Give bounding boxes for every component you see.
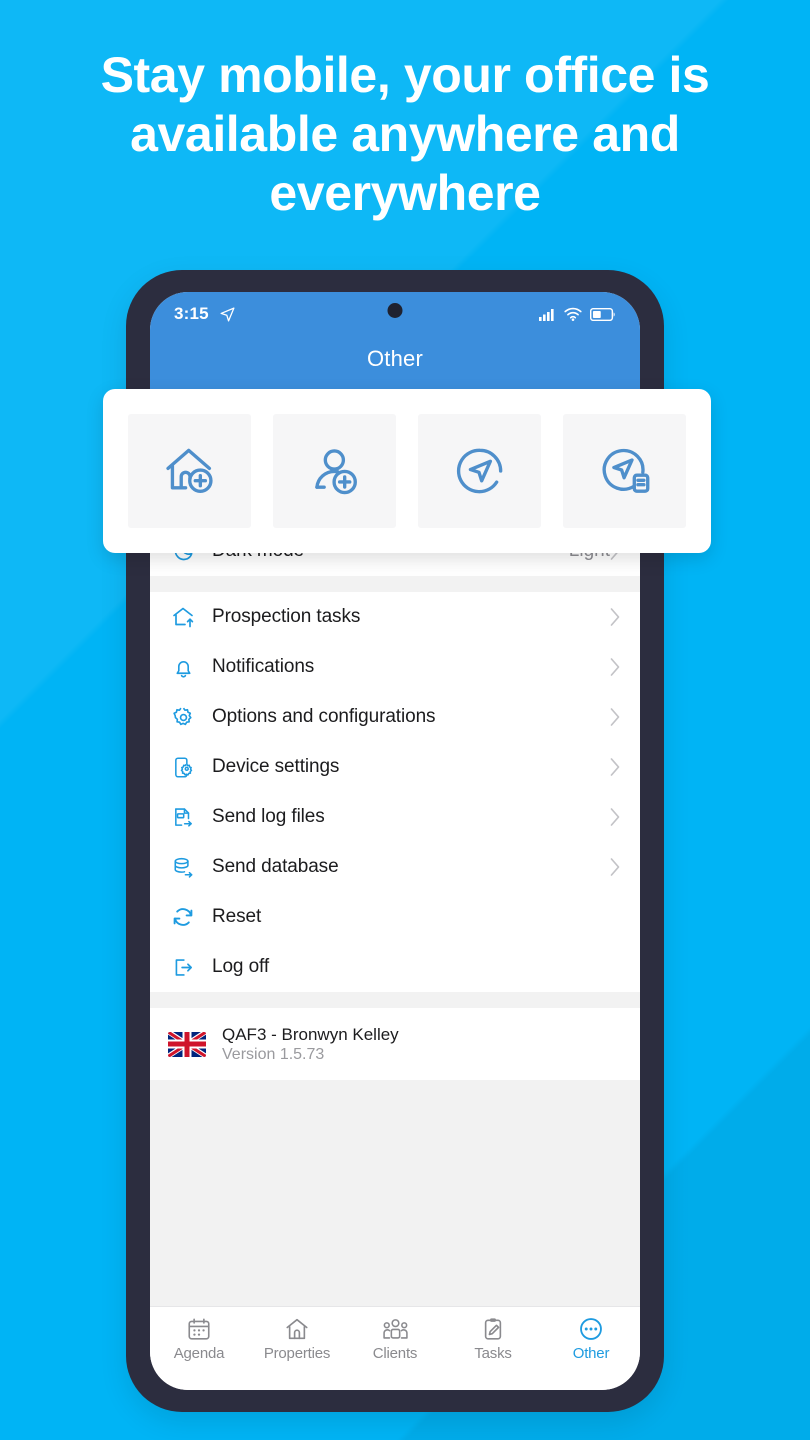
navigation-arrow-circle-icon [449,440,511,502]
tab-properties[interactable]: Properties [248,1316,346,1362]
tab-other[interactable]: Other [542,1316,640,1362]
menu-row-notifications[interactable]: Notifications [150,642,640,692]
page-title: Other [366,346,424,371]
chevron-right-icon [609,657,622,677]
menu-row-label: Log off [212,956,270,977]
status-time: 3:15 [174,304,209,323]
tab-label: Tasks [474,1345,512,1362]
refresh-icon [168,902,198,932]
calendar-icon [186,1316,212,1342]
bottom-tab-bar: Agenda Properties Clients Tasks Other [150,1306,640,1390]
quick-action-navigate-with-report[interactable] [563,414,686,528]
account-group: QAF3 - Bronwyn Kelley Version 1.5.73 [150,1008,640,1080]
chevron-right-icon [609,607,622,627]
group-divider [150,992,640,1008]
promo-screenshot: Stay mobile, your office is available an… [0,0,810,1440]
group-divider [150,576,640,592]
chevron-right-icon [609,757,622,777]
status-indicators [539,307,616,321]
menu-row-label: Notifications [212,656,315,677]
menu-row-label: Options and configurations [212,706,436,727]
menu-row-label: Reset [212,906,262,927]
tab-clients[interactable]: Clients [346,1316,444,1362]
chevron-right-icon [609,807,622,827]
account-name: QAF3 - Bronwyn Kelley [222,1024,399,1044]
account-text: QAF3 - Bronwyn Kelley Version 1.5.73 [222,1024,399,1065]
menu-row-send-database[interactable]: Send database [150,842,640,892]
menu-row-prospection-tasks[interactable]: Prospection tasks [150,592,640,642]
menu-row-label: Prospection tasks [212,606,361,627]
tab-label: Other [572,1345,610,1362]
bell-icon [168,652,198,682]
database-send-icon [168,852,198,882]
tab-agenda[interactable]: Agenda [150,1316,248,1362]
menu-row-options-and-configurations[interactable]: Options and configurations [150,692,640,742]
house-plus-icon [159,440,221,502]
menu-row-log-off[interactable]: Log off [150,942,640,992]
house-arrow-up-icon [168,602,198,632]
ellipsis-circle-icon [578,1316,604,1342]
account-row[interactable]: QAF3 - Bronwyn Kelley Version 1.5.73 [150,1008,640,1080]
wifi-icon [564,307,582,321]
settings-group: Prospection tasks Notifications Options … [150,592,640,992]
tab-label: Agenda [173,1345,225,1362]
battery-icon [590,307,615,321]
quick-action-add-client[interactable] [273,414,396,528]
device-gear-icon [168,752,198,782]
menu-row-label: Send log files [212,806,325,827]
quick-actions-card [103,389,711,553]
log-file-send-icon [168,802,198,832]
menu-row-label: Send database [212,856,339,877]
uk-flag-icon [168,1031,206,1057]
menu-row-reset[interactable]: Reset [150,892,640,942]
people-icon [382,1316,409,1342]
quick-action-navigate[interactable] [418,414,541,528]
person-plus-icon [304,440,366,502]
house-icon [284,1316,310,1342]
logout-icon [168,952,198,982]
promo-headline: Stay mobile, your office is available an… [100,47,710,221]
app-version: Version 1.5.73 [222,1045,325,1063]
tab-label: Properties [263,1345,331,1362]
menu-row-label: Device settings [212,756,340,777]
quick-action-add-property[interactable] [128,414,251,528]
clipboard-pen-icon [480,1316,506,1342]
menu-row-send-log-files[interactable]: Send log files [150,792,640,842]
tab-tasks[interactable]: Tasks [444,1316,542,1362]
tab-label: Clients [372,1345,418,1362]
gear-icon [168,702,198,732]
chevron-right-icon [609,857,622,877]
status-bar: 3:15 [150,292,640,336]
menu-row-device-settings[interactable]: Device settings [150,742,640,792]
cellular-signal-icon [539,308,554,321]
navigation-arrow-document-icon [594,440,656,502]
location-arrow-icon [219,306,236,323]
chevron-right-icon [609,707,622,727]
content-filler [150,1080,640,1306]
